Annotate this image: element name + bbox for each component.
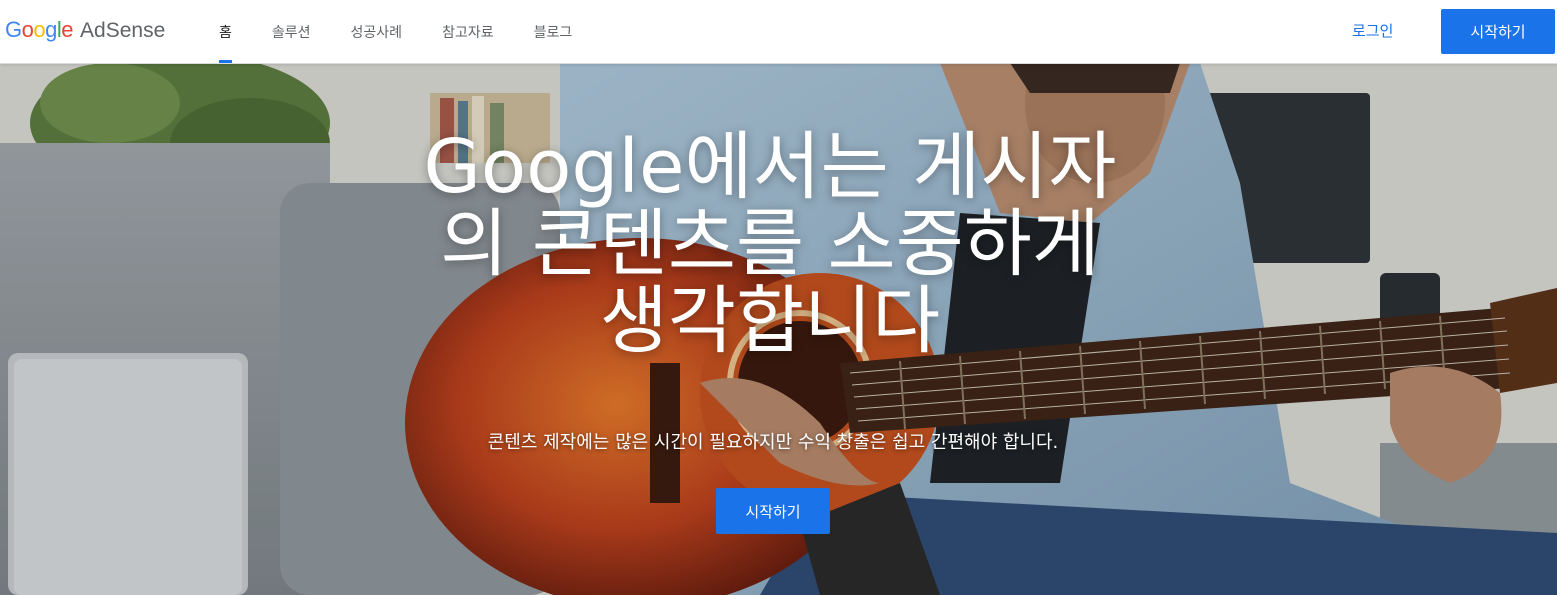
logo-google-wordmark: Google: [5, 17, 74, 42]
hero-section: Google에서는 게시자 의 콘텐츠를 소중하게 생각합니다 콘텐츠 제작에는…: [0, 63, 1557, 595]
hero-subtitle: 콘텐츠 제작에는 많은 시간이 필요하지만 수익 창출은 쉽고 간편해야 합니다…: [487, 432, 1059, 453]
nav-item-solutions[interactable]: 솔루션: [259, 0, 324, 63]
nav-item-home[interactable]: 홈: [206, 0, 245, 63]
nav-item-resources[interactable]: 참고자료: [429, 0, 507, 63]
login-link[interactable]: 로그인: [1336, 0, 1409, 60]
hero-start-button[interactable]: 시작하기: [716, 488, 830, 534]
header-start-button[interactable]: 시작하기: [1441, 9, 1555, 54]
site-header: Google AdSense 홈 솔루션 성공사례 참고자료 블로그 로그인 시…: [0, 0, 1557, 64]
hero-title: Google에서는 게시자 의 콘텐츠를 소중하게 생각합니다: [360, 129, 1180, 360]
nav-item-success-stories[interactable]: 성공사례: [338, 0, 416, 63]
main-nav: 홈 솔루션 성공사례 참고자료 블로그: [206, 0, 599, 63]
google-adsense-logo[interactable]: Google AdSense: [5, 17, 165, 47]
hero-title-line-2: 의 콘텐츠를 소중하게: [440, 201, 1100, 287]
logo-product-name: AdSense: [80, 19, 166, 42]
nav-item-blog[interactable]: 블로그: [521, 0, 586, 63]
hero-title-line-1: Google에서는 게시자: [423, 124, 1117, 210]
hero-title-line-3: 생각합니다: [599, 278, 941, 364]
